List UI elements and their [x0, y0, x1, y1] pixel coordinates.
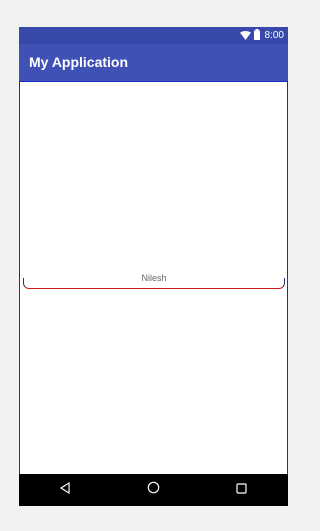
- home-button[interactable]: [144, 481, 162, 499]
- navigation-bar: [19, 474, 288, 506]
- device-screen: 8:00 My Application Nilesh: [19, 27, 288, 506]
- text-field-value[interactable]: Nilesh: [24, 273, 284, 283]
- app-bar: My Application: [19, 44, 288, 81]
- status-icons: 8:00: [239, 27, 284, 45]
- battery-icon: [253, 27, 260, 45]
- name-text-field[interactable]: Nilesh: [23, 273, 285, 289]
- recents-button[interactable]: [232, 481, 250, 499]
- back-icon[interactable]: [59, 481, 71, 499]
- app-title: My Application: [29, 54, 129, 70]
- wifi-icon: [239, 27, 251, 45]
- content-area: Nilesh: [19, 81, 288, 475]
- status-time: 8:00: [264, 30, 284, 41]
- back-button[interactable]: [56, 481, 74, 499]
- status-bar: 8:00: [19, 27, 288, 44]
- home-icon[interactable]: [147, 481, 160, 499]
- recents-icon[interactable]: [235, 481, 247, 499]
